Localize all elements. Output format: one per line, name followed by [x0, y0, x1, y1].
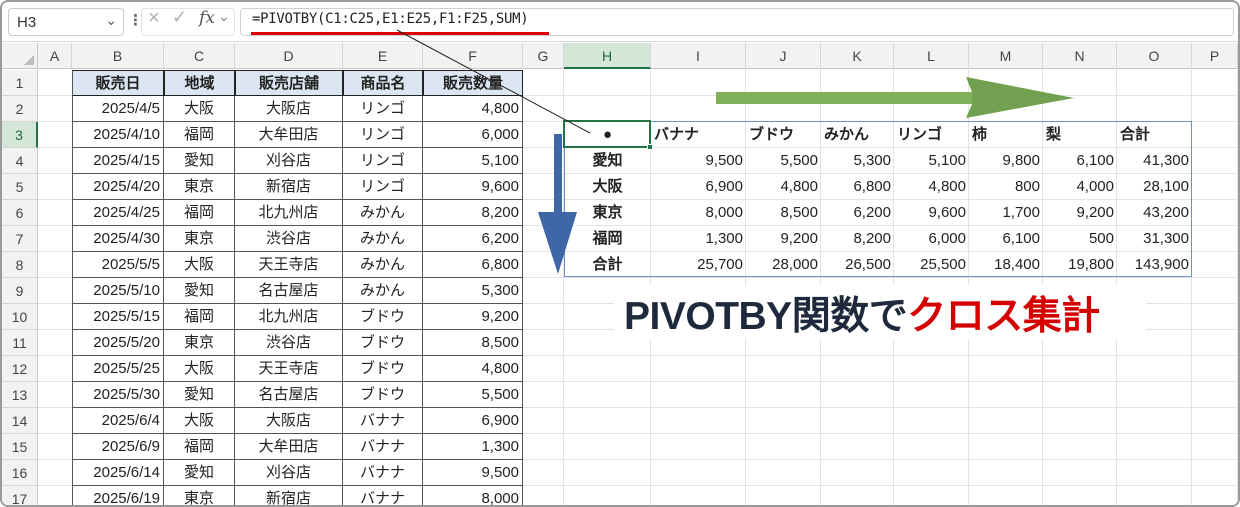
down-arrow-icon: [538, 134, 577, 274]
connector-line: [396, 29, 591, 134]
caption-main: PIVOTBY関数で: [624, 295, 908, 338]
excel-window: H3 ⌄ ⋮ × ✓ fx ⌄ =PIVOTBY(C1:C25,E1:E25,F…: [0, 0, 1240, 507]
caption-accent: クロス集計: [907, 295, 1100, 338]
right-arrow-icon: [716, 77, 1074, 118]
annotation-overlay: [396, 29, 1074, 274]
caption-title: PIVOTBY関数でクロス集計: [624, 285, 1100, 341]
